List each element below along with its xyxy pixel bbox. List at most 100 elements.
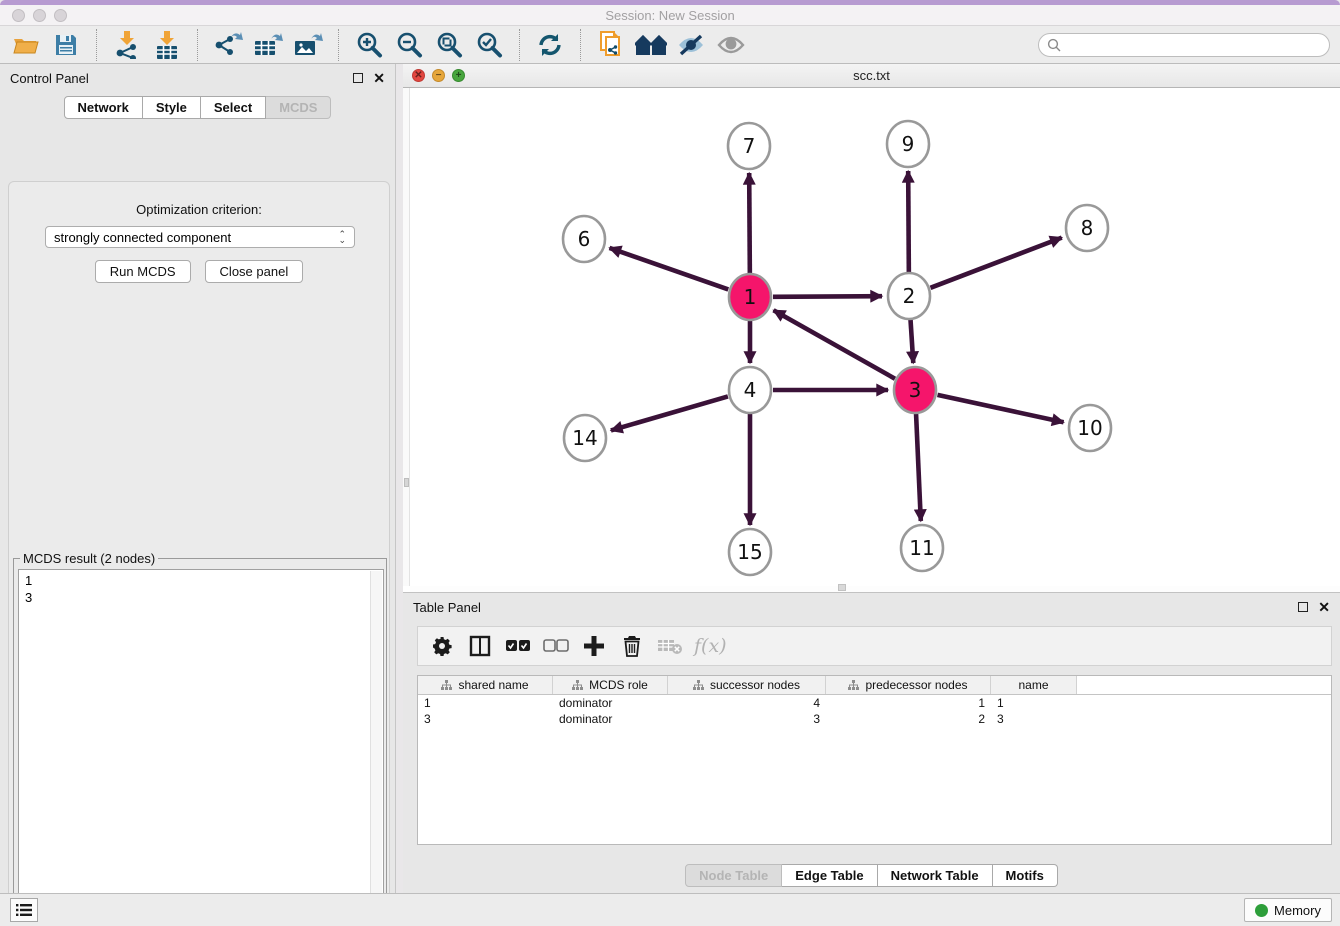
import-table-icon[interactable] bbox=[147, 29, 187, 61]
close-panel-button[interactable]: Close panel bbox=[205, 260, 304, 283]
cell[interactable]: 4 bbox=[668, 695, 826, 711]
close-panel-icon[interactable]: ✕ bbox=[373, 73, 385, 83]
node-6[interactable]: 6 bbox=[563, 216, 605, 262]
select-all-checkboxes-icon[interactable] bbox=[502, 630, 534, 662]
edge-2-8[interactable] bbox=[930, 238, 1061, 288]
maximize-network-icon[interactable]: + bbox=[452, 69, 465, 82]
task-history-icon[interactable] bbox=[10, 898, 38, 922]
optimization-criterion-select[interactable]: strongly connected component ⌃⌄ bbox=[45, 226, 355, 248]
cell[interactable]: dominator bbox=[553, 711, 668, 727]
float-panel-icon[interactable] bbox=[353, 73, 363, 83]
delete-icon[interactable] bbox=[616, 630, 648, 662]
edge-4-14[interactable] bbox=[611, 396, 728, 430]
zoom-in-icon[interactable] bbox=[349, 29, 389, 61]
add-row-icon[interactable] bbox=[578, 630, 610, 662]
main-toolbar bbox=[0, 26, 1340, 64]
export-network-icon[interactable] bbox=[208, 29, 248, 61]
search-input[interactable] bbox=[1038, 33, 1330, 57]
clone-network-icon[interactable] bbox=[591, 29, 631, 61]
network-canvas[interactable]: 7 9 6 8 1 2 4 3 14 10 15 11 bbox=[410, 88, 1340, 586]
close-network-icon[interactable]: ✕ bbox=[412, 69, 425, 82]
panel-divider[interactable] bbox=[403, 88, 410, 586]
zoom-fit-icon[interactable] bbox=[429, 29, 469, 61]
table-row[interactable]: 1dominator411 bbox=[418, 695, 1331, 711]
function-builder-icon[interactable]: f(x) bbox=[694, 635, 727, 657]
edge-3-1[interactable] bbox=[774, 310, 895, 378]
cell[interactable]: 3 bbox=[418, 711, 553, 727]
import-network-icon[interactable] bbox=[107, 29, 147, 61]
cell[interactable]: 1 bbox=[418, 695, 553, 711]
gear-icon[interactable] bbox=[426, 630, 458, 662]
cell[interactable]: 1 bbox=[826, 695, 991, 711]
scrollbar-thumb[interactable] bbox=[838, 584, 846, 591]
tab-style[interactable]: Style bbox=[143, 96, 201, 119]
minimize-window-icon[interactable] bbox=[33, 9, 46, 22]
column-header-shared-name[interactable]: shared name bbox=[418, 676, 553, 694]
first-neighbors-icon[interactable] bbox=[631, 29, 671, 61]
edge-1-6[interactable] bbox=[609, 248, 728, 290]
minimize-network-icon[interactable]: − bbox=[432, 69, 445, 82]
show-all-icon[interactable] bbox=[711, 29, 751, 61]
tab-mcds[interactable]: MCDS bbox=[266, 96, 331, 119]
column-header-MCDS-role[interactable]: MCDS role bbox=[553, 676, 668, 694]
cell[interactable]: 1 bbox=[991, 695, 1077, 711]
delete-table-icon[interactable] bbox=[654, 630, 686, 662]
zoom-out-icon[interactable] bbox=[389, 29, 429, 61]
tab-node-table[interactable]: Node Table bbox=[685, 864, 782, 887]
network-window-titlebar[interactable]: ✕ − + scc.txt bbox=[403, 64, 1340, 88]
search-field[interactable] bbox=[1065, 38, 1329, 52]
table-row[interactable]: 3dominator323 bbox=[418, 711, 1331, 727]
node-15[interactable]: 15 bbox=[729, 529, 771, 575]
cell[interactable]: dominator bbox=[553, 695, 668, 711]
tab-edge-table[interactable]: Edge Table bbox=[782, 864, 877, 887]
tab-motifs[interactable]: Motifs bbox=[993, 864, 1058, 887]
close-table-panel-icon[interactable]: ✕ bbox=[1318, 602, 1330, 612]
table-body[interactable]: 1dominator4113dominator323 bbox=[418, 695, 1331, 727]
node-4[interactable]: 4 bbox=[729, 367, 771, 413]
node-3[interactable]: 3 bbox=[894, 367, 936, 413]
tab-select[interactable]: Select bbox=[201, 96, 266, 119]
memory-button[interactable]: Memory bbox=[1244, 898, 1332, 922]
edge-3-10[interactable] bbox=[937, 395, 1063, 422]
node-14[interactable]: 14 bbox=[564, 415, 606, 461]
refresh-icon[interactable] bbox=[530, 29, 570, 61]
node-2[interactable]: 2 bbox=[888, 273, 930, 319]
node-10[interactable]: 10 bbox=[1069, 405, 1111, 451]
window-traffic-lights[interactable] bbox=[12, 9, 67, 22]
edge-3-11[interactable] bbox=[916, 413, 921, 521]
split-columns-icon[interactable] bbox=[464, 630, 496, 662]
cell[interactable]: 3 bbox=[991, 711, 1077, 727]
node-1[interactable]: 1 bbox=[729, 274, 771, 320]
zoom-window-icon[interactable] bbox=[54, 9, 67, 22]
zoom-selected-icon[interactable] bbox=[469, 29, 509, 61]
save-session-icon[interactable] bbox=[46, 29, 86, 61]
edge-1-7[interactable] bbox=[749, 173, 750, 274]
cell[interactable]: 3 bbox=[668, 711, 826, 727]
table-header-row[interactable]: shared nameMCDS rolesuccessor nodesprede… bbox=[418, 676, 1331, 695]
edge-1-2[interactable] bbox=[773, 296, 882, 297]
close-window-icon[interactable] bbox=[12, 9, 25, 22]
edge-2-9[interactable] bbox=[908, 171, 909, 273]
divider-grip[interactable] bbox=[404, 478, 409, 487]
tab-network[interactable]: Network bbox=[64, 96, 143, 119]
float-table-panel-icon[interactable] bbox=[1298, 602, 1308, 612]
scrollbar[interactable] bbox=[370, 571, 382, 926]
node-table[interactable]: shared nameMCDS rolesuccessor nodesprede… bbox=[417, 675, 1332, 845]
export-image-icon[interactable] bbox=[288, 29, 328, 61]
column-header-predecessor-nodes[interactable]: predecessor nodes bbox=[826, 676, 991, 694]
node-7[interactable]: 7 bbox=[728, 123, 770, 169]
export-table-icon[interactable] bbox=[248, 29, 288, 61]
column-header-name[interactable]: name bbox=[991, 676, 1077, 694]
node-11[interactable]: 11 bbox=[901, 525, 943, 571]
open-session-icon[interactable] bbox=[6, 29, 46, 61]
edge-2-3[interactable] bbox=[910, 319, 913, 363]
deselect-checkboxes-icon[interactable] bbox=[540, 630, 572, 662]
cell[interactable]: 2 bbox=[826, 711, 991, 727]
tab-network-table[interactable]: Network Table bbox=[878, 864, 993, 887]
node-9[interactable]: 9 bbox=[887, 121, 929, 167]
node-8[interactable]: 8 bbox=[1066, 205, 1108, 251]
run-mcds-button[interactable]: Run MCDS bbox=[95, 260, 191, 283]
column-header-successor-nodes[interactable]: successor nodes bbox=[668, 676, 826, 694]
mcds-result-textarea[interactable]: 1 3 bbox=[18, 569, 384, 926]
hide-selected-icon[interactable] bbox=[671, 29, 711, 61]
